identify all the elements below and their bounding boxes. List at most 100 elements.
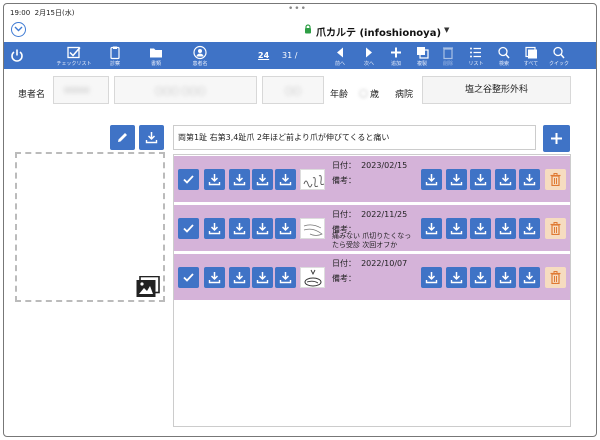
record-row[interactable]: 日付： 2022/10/07 備考：	[174, 254, 570, 300]
select-record-button[interactable]	[178, 169, 199, 190]
note-value[interactable]: 痛みない 爪切りたくなったら受診 次回オフか	[332, 232, 412, 250]
note-label: 備考：	[332, 274, 356, 283]
list-label: リスト	[468, 61, 484, 67]
multitask-dots[interactable]: •••	[288, 4, 307, 14]
documents-label: 書類	[150, 61, 161, 67]
diagnosis-button[interactable]: 診察	[104, 42, 126, 69]
nail-sketch-thumbnail[interactable]	[300, 169, 325, 190]
trash-icon	[443, 47, 453, 60]
gallery-icon[interactable]	[136, 276, 160, 298]
patient-extra-value: 〇〇	[285, 87, 301, 96]
copy-all-icon	[525, 46, 537, 59]
download-button[interactable]	[519, 169, 540, 190]
date-label: 日付：	[332, 259, 356, 268]
edit-image-button[interactable]	[110, 125, 135, 150]
page-current[interactable]: 24	[258, 51, 269, 60]
quick-search-icon	[553, 46, 565, 59]
quick-label: クイック	[548, 61, 569, 67]
app-window: 19:00 2月15日(水) ••• 爪カルテ (infoshionoya) ▼…	[3, 3, 597, 437]
download-image-button[interactable]	[139, 125, 164, 150]
download-button[interactable]	[519, 267, 540, 288]
add-button[interactable]: 追加	[386, 42, 406, 69]
next-button[interactable]: 次へ	[359, 42, 379, 69]
download-button[interactable]	[229, 267, 250, 288]
download-button[interactable]	[204, 218, 225, 239]
all-label: すべて	[523, 61, 539, 67]
select-record-button[interactable]	[178, 218, 199, 239]
app-title[interactable]: 爪カルテ (infoshionoya)	[316, 24, 441, 39]
copy-button[interactable]: 複製	[412, 42, 432, 69]
date-value: 2023/02/15	[361, 161, 408, 170]
date-text: 2月15日(水)	[34, 9, 75, 17]
prev-button[interactable]: 前へ	[330, 42, 350, 69]
download-button[interactable]	[229, 169, 250, 190]
download-button[interactable]	[275, 267, 296, 288]
download-button[interactable]	[252, 169, 273, 190]
nail-sketch-thumbnail[interactable]	[300, 218, 325, 239]
download-button[interactable]	[204, 169, 225, 190]
nail-sketch-thumbnail[interactable]	[300, 267, 325, 288]
checklist-button[interactable]: チェックリスト	[54, 42, 94, 69]
patient-button[interactable]: 患者名	[187, 42, 213, 69]
list-button[interactable]: リスト	[465, 42, 487, 69]
download-button[interactable]	[470, 267, 491, 288]
patient-id-field[interactable]: 00000	[53, 76, 109, 104]
download-button[interactable]	[495, 267, 516, 288]
all-button[interactable]: すべて	[521, 42, 541, 69]
record-row[interactable]: 日付： 2022/11/25 備考： 痛みない 爪切りたくなったら受診 次回オフか	[174, 205, 570, 251]
quick-search-button[interactable]: クイック	[547, 42, 571, 69]
date-label: 日付：	[332, 210, 356, 219]
delete-button[interactable]: 削除	[438, 42, 458, 69]
download-button[interactable]	[252, 267, 273, 288]
download-button[interactable]	[470, 218, 491, 239]
download-button[interactable]	[421, 267, 442, 288]
download-button[interactable]	[495, 169, 516, 190]
triangle-right-icon	[366, 47, 372, 58]
hospital-label: 病院	[395, 90, 414, 100]
memo-field[interactable]: 両第1趾 右第3,4趾爪 2年ほど前より爪が伸びてくると痛い	[173, 125, 536, 150]
age-unit: 歳	[370, 90, 380, 100]
download-button[interactable]	[446, 267, 467, 288]
record-date: 日付： 2023/02/15	[332, 160, 407, 171]
delete-record-button[interactable]	[545, 169, 566, 190]
age-value: 〇	[359, 90, 369, 100]
record-date: 日付： 2022/11/25	[332, 209, 407, 220]
collapse-icon[interactable]	[11, 22, 26, 37]
download-button[interactable]	[470, 169, 491, 190]
download-button[interactable]	[252, 218, 273, 239]
documents-button[interactable]: 書類	[145, 42, 167, 69]
delete-record-button[interactable]	[545, 218, 566, 239]
download-button[interactable]	[495, 218, 516, 239]
record-list: 日付： 2023/02/15 備考： 日付： 2022/11/25 備考： 痛みない 爪…	[173, 154, 571, 427]
download-button[interactable]	[421, 169, 442, 190]
select-record-button[interactable]	[178, 267, 199, 288]
status-bar: 19:00 2月15日(水) •••	[4, 4, 596, 20]
pencil-icon	[118, 133, 127, 142]
search-label: 検索	[498, 61, 509, 67]
download-button[interactable]	[229, 218, 250, 239]
download-button[interactable]	[446, 169, 467, 190]
record-row[interactable]: 日付： 2023/02/15 備考：	[174, 156, 570, 202]
download-button[interactable]	[421, 218, 442, 239]
patient-extra-field[interactable]: 〇〇	[262, 76, 324, 104]
add-record-button[interactable]	[543, 125, 570, 152]
download-button[interactable]	[519, 218, 540, 239]
delete-record-button[interactable]	[545, 267, 566, 288]
download-button[interactable]	[275, 169, 296, 190]
duplicate-icon	[417, 47, 429, 59]
date-value: 2022/10/07	[361, 259, 408, 268]
download-button[interactable]	[204, 267, 225, 288]
patient-name-value: 〇〇〇 〇〇〇	[155, 87, 206, 96]
record-date: 日付： 2022/10/07	[332, 258, 407, 269]
chevron-down-icon[interactable]: ▼	[444, 26, 449, 34]
hospital-field[interactable]: 塩之谷整形外科	[422, 76, 571, 104]
patient-name-field[interactable]: 〇〇〇 〇〇〇	[114, 76, 257, 104]
date-label: 日付：	[332, 161, 356, 170]
download-button[interactable]	[275, 218, 296, 239]
download-button[interactable]	[446, 218, 467, 239]
search-button[interactable]: 検索	[494, 42, 514, 69]
checklist-icon	[67, 46, 81, 59]
diagnosis-label: 診察	[109, 61, 120, 67]
power-button[interactable]	[8, 42, 26, 69]
clipboard-icon	[110, 46, 120, 60]
